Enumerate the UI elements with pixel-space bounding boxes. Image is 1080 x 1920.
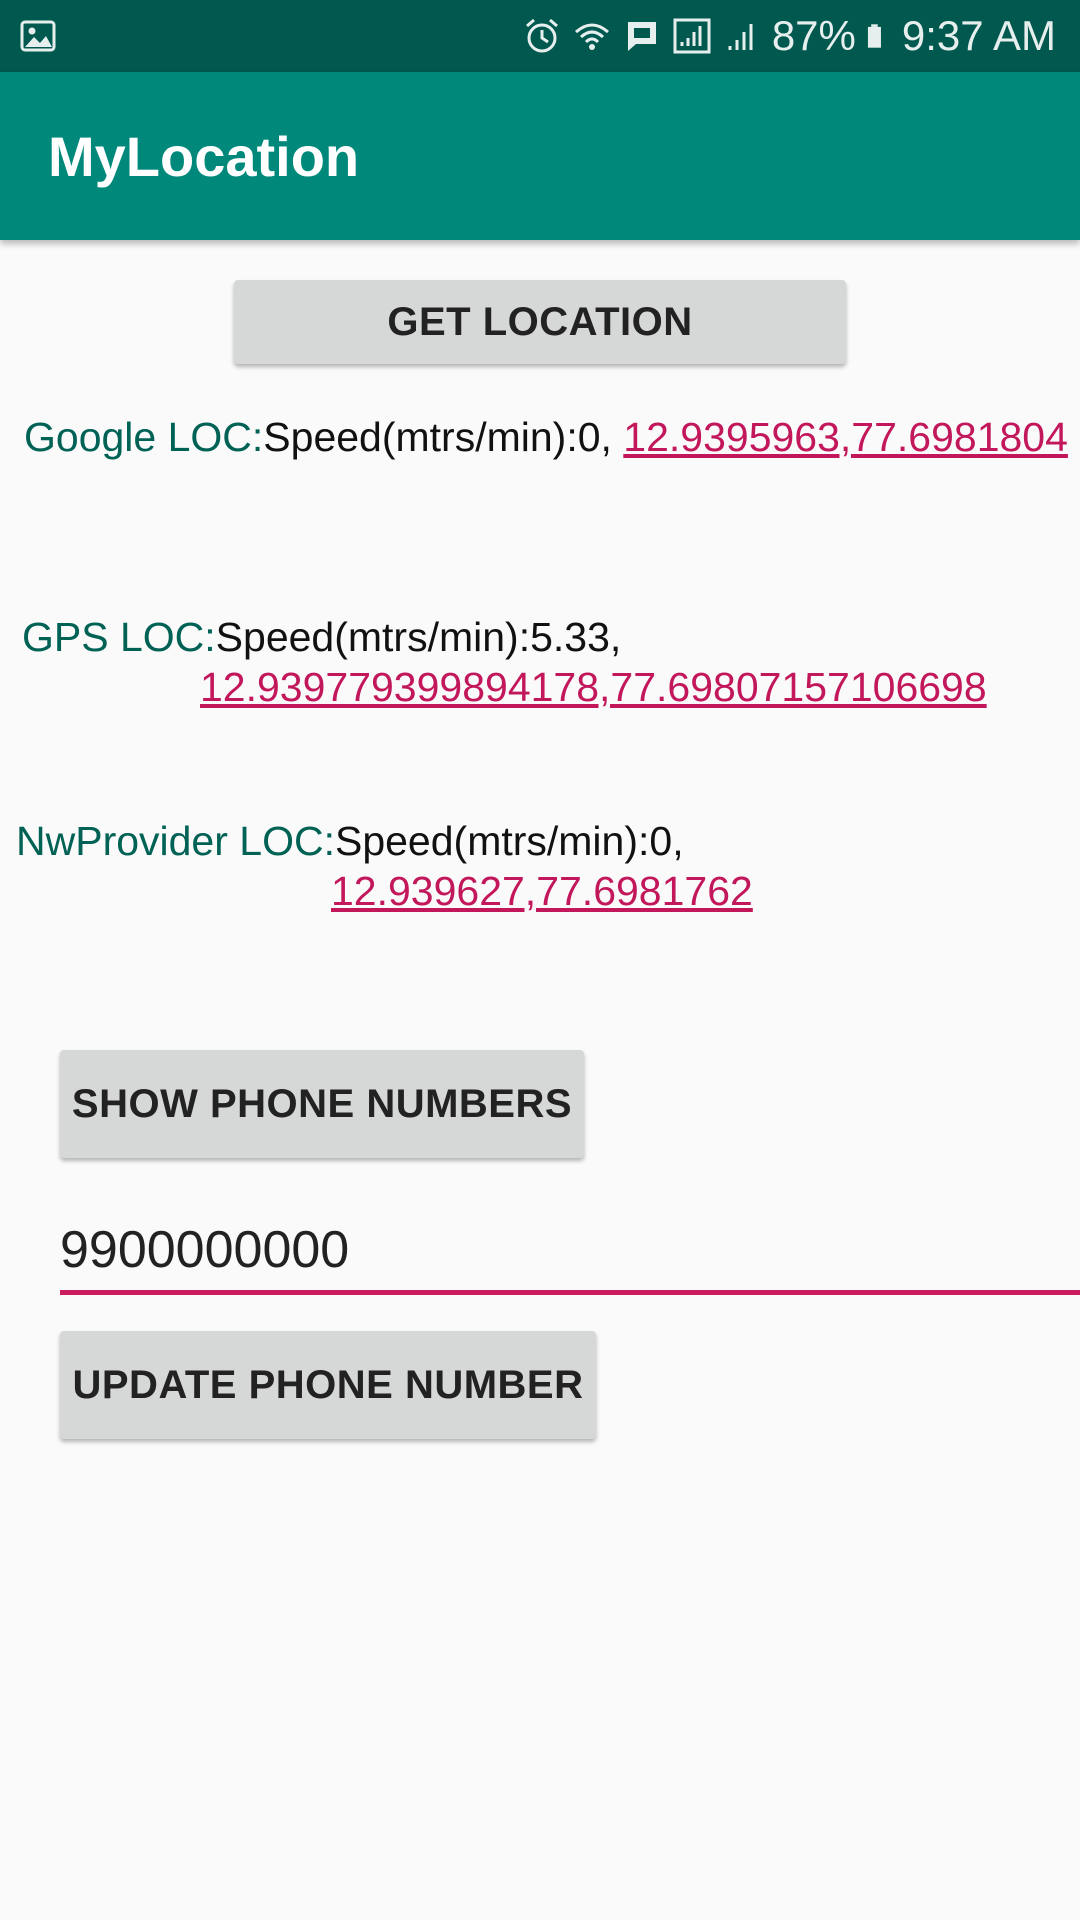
phone-number-input[interactable] xyxy=(60,1210,1080,1295)
battery-percent: 87% xyxy=(771,12,856,59)
wifi-icon xyxy=(574,23,609,50)
google-location-row: Google LOC:Speed(mtrs/min):0, 12.9395963… xyxy=(24,414,1068,461)
network-location-coords-row: 12.939627,77.6981762 xyxy=(331,868,753,915)
signal-icon xyxy=(673,18,711,54)
gps-location-coords-row: 12.939779399894178,77.69807157106698 xyxy=(200,664,987,711)
gps-location-row: GPS LOC:Speed(mtrs/min):5.33, xyxy=(22,614,621,661)
google-location-label: Google LOC: xyxy=(24,414,264,460)
network-location-row: NwProvider LOC:Speed(mtrs/min):0, xyxy=(16,818,684,865)
message-icon xyxy=(627,22,656,51)
battery-icon xyxy=(867,24,881,48)
gallery-icon xyxy=(20,20,56,52)
google-location-coords-link[interactable]: 12.9395963,77.6981804 xyxy=(623,414,1068,460)
gps-location-speed: Speed(mtrs/min):5.33, xyxy=(215,614,622,660)
status-icons: 87% 9:37 AM xyxy=(522,0,1056,72)
signal-icon xyxy=(728,24,753,50)
app-bar: MyLocation xyxy=(0,72,1080,240)
google-location-speed: Speed(mtrs/min):0, xyxy=(263,414,624,460)
network-location-coords-link[interactable]: 12.939627,77.6981762 xyxy=(331,868,753,914)
gps-location-label: GPS LOC: xyxy=(22,614,216,660)
get-location-button[interactable]: GET LOCATION xyxy=(234,280,846,364)
gps-location-coords-link[interactable]: 12.939779399894178,77.69807157106698 xyxy=(200,664,987,710)
network-location-speed: Speed(mtrs/min):0, xyxy=(334,818,684,864)
alarm-icon xyxy=(525,18,558,53)
show-phone-numbers-button[interactable]: SHOW PHONE NUMBERS xyxy=(60,1050,584,1158)
update-phone-number-button[interactable]: UPDATE PHONE NUMBER xyxy=(60,1331,596,1439)
status-bar: 87% 9:37 AM xyxy=(0,0,1080,72)
app-title: MyLocation xyxy=(48,125,360,188)
status-time: 9:37 AM xyxy=(901,12,1056,59)
network-location-label: NwProvider LOC: xyxy=(16,818,335,864)
